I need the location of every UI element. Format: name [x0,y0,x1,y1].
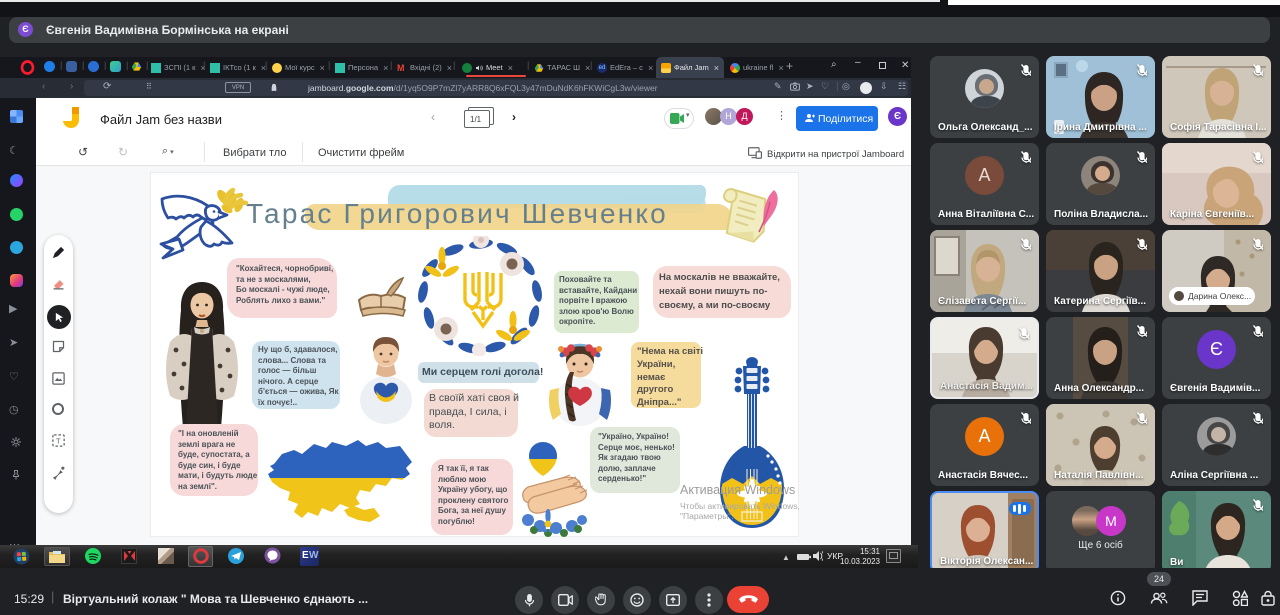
svg-text:T: T [56,437,61,446]
